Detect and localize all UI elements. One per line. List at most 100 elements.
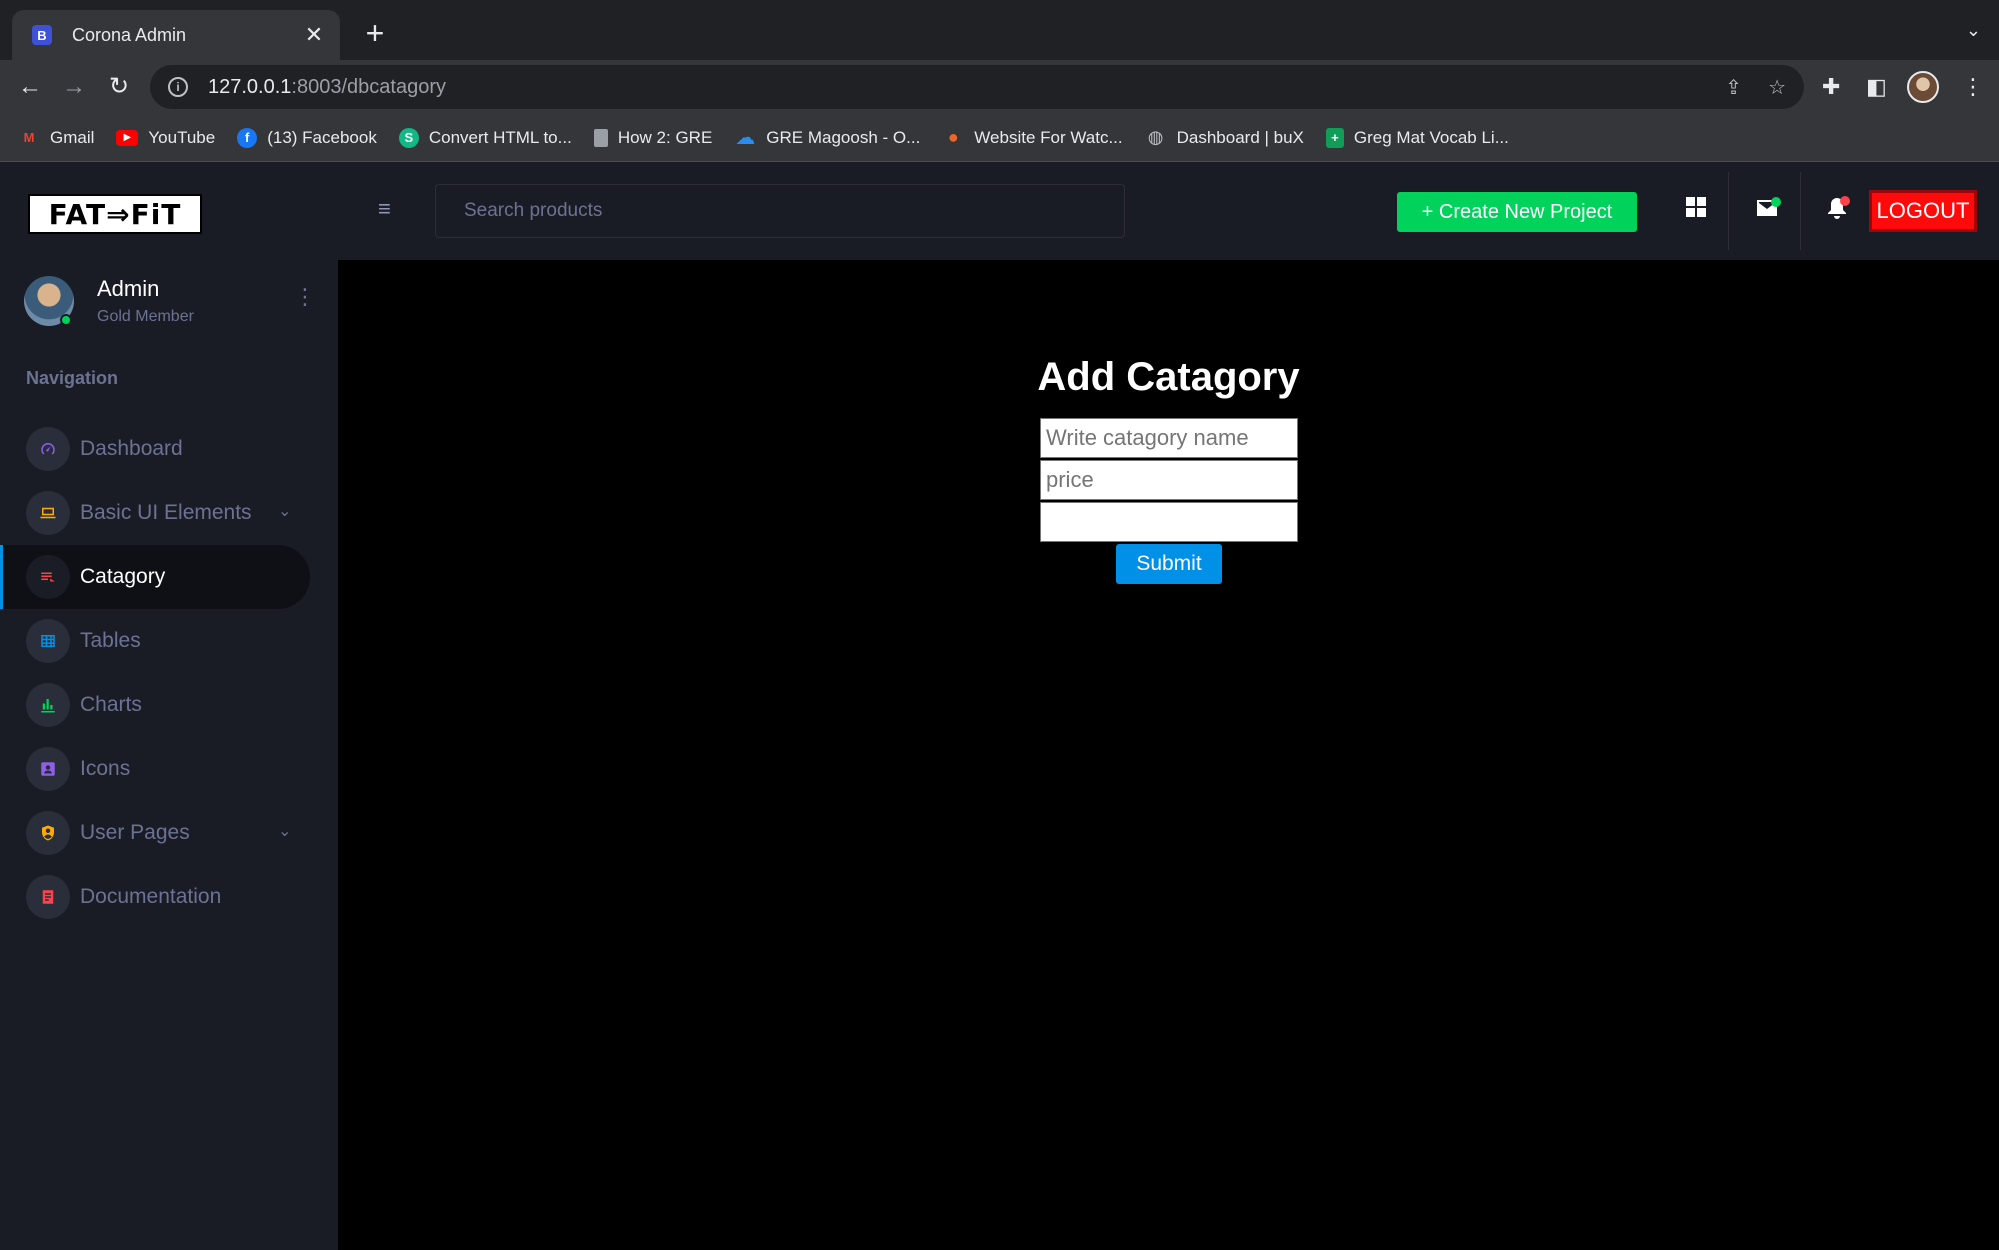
extra-input[interactable] [1040,502,1298,542]
address-url[interactable]: 127.0.0.1:8003/dbcatagory [208,76,1699,99]
sidebar-item-label: User Pages [80,821,190,844]
youtube-icon: ▶ [116,129,139,146]
new-tab-icon[interactable]: + [360,14,390,52]
brand-logo[interactable]: FAT⇒FiT [28,194,202,234]
figure-icon: ● [947,127,959,147]
create-new-project-button[interactable]: + Create New Project [1397,192,1637,232]
browser-tabstrip: B Corona Admin ✕ + ⌄ [0,0,1999,60]
catagory-name-input[interactable] [1040,418,1298,458]
sidebar-item-label: Dashboard [80,437,183,460]
menu-toggle-icon[interactable]: ≡ [378,196,391,222]
tab-title: Corona Admin [72,24,187,45]
bookmark-label: (13) Facebook [267,127,377,147]
sidebar-profile: Admin Gold Member ⋮ [24,274,316,334]
globe-icon: ◍ [1147,127,1164,147]
file-document-icon [26,875,70,919]
top-navbar: ≡ + Create New Project LOGOUT [338,162,1999,260]
tab-search-chevron-icon[interactable]: ⌄ [1966,20,1981,41]
sidebar-item-tables[interactable]: Tables [0,609,338,673]
bookmark-dashboard-bux[interactable]: ◍ Dashboard | buX [1145,127,1304,148]
chart-bar-icon [26,683,70,727]
page-title: Add Catagory [1037,355,1300,399]
facebook-icon: f [237,127,258,148]
logout-button[interactable]: LOGOUT [1869,190,1977,232]
back-arrow-icon[interactable]: ← [14,72,46,102]
main-content: Add Catagory Submit [338,260,1999,1250]
laptop-icon [26,491,70,535]
share-icon[interactable]: ⇪ [1725,75,1742,100]
bookmark-convert-html[interactable]: S Convert HTML to... [398,127,572,148]
bookmark-website-watch[interactable]: ● Website For Watc... [942,127,1123,148]
forward-arrow-icon[interactable]: → [58,72,90,102]
site-info-icon[interactable]: i [168,77,188,97]
bookmark-gre-magoosh[interactable]: ☁ GRE Magoosh - O... [734,127,921,149]
sidebar-item-label: Tables [80,629,141,652]
sidebar-item-label: Documentation [80,885,222,908]
tab-favicon-icon: B [32,25,52,45]
navbar-divider [1728,172,1729,250]
grid-apps-icon[interactable] [1685,196,1707,226]
address-bar[interactable]: i 127.0.0.1:8003/dbcatagory ⇪ ☆ [150,65,1804,109]
chevron-down-icon[interactable]: ⌄ [278,821,291,841]
bookmark-label: Website For Watc... [974,127,1123,147]
convert-icon: S [398,127,419,148]
sidebar-item-label: Catagory [80,565,166,588]
url-path: :8003/dbcatagory [291,75,446,98]
extensions-puzzle-icon[interactable]: ✚ [1822,72,1840,102]
sidebar-nav: Dashboard Basic UI Elements ⌄ Catagory T… [0,417,338,929]
brand-logo-text: FAT⇒FiT [48,197,182,231]
document-icon [593,128,608,147]
bookmark-label: Dashboard | buX [1176,127,1304,147]
bookmark-label: How 2: GRE [617,127,713,147]
table-icon [26,619,70,663]
sidebar: FAT⇒FiT Admin Gold Member ⋮ Navigation D… [0,162,338,1250]
browser-tab[interactable]: B Corona Admin ✕ [12,10,340,60]
bookmarks-bar: M Gmail ▶ YouTube f (13) Facebook S Conv… [0,114,1999,162]
playlist-icon [26,555,70,599]
bookmark-youtube[interactable]: ▶ YouTube [116,128,215,148]
browser-profile-avatar[interactable] [1907,71,1939,103]
bookmark-label: Convert HTML to... [428,127,572,147]
sidebar-item-basic-ui[interactable]: Basic UI Elements ⌄ [0,481,338,545]
sidebar-item-catagory[interactable]: Catagory [0,545,310,609]
speedometer-icon [26,427,70,471]
bookmark-label: Gmail [50,127,95,147]
bookmark-facebook[interactable]: f (13) Facebook [237,127,377,148]
url-host: 127.0.0.1 [208,75,292,98]
price-input[interactable] [1040,460,1298,500]
sidebar-item-label: Basic UI Elements [80,501,252,524]
sheets-icon: + [1325,127,1344,148]
bookmark-star-icon[interactable]: ☆ [1768,75,1786,100]
side-panel-icon[interactable]: ◧ [1866,72,1887,102]
mail-badge [1771,197,1781,207]
profile-role: Gold Member [97,308,194,325]
sidebar-item-icons[interactable]: Icons [0,737,338,801]
sidebar-item-dashboard[interactable]: Dashboard [0,417,338,481]
reload-icon[interactable]: ↻ [103,72,135,102]
browser-menu-icon[interactable]: ⋮ [1962,72,1984,102]
notification-badge [1840,196,1850,206]
bookmark-gmail[interactable]: M Gmail [18,127,95,148]
sidebar-item-label: Charts [80,693,142,716]
submit-button[interactable]: Submit [1116,544,1222,584]
navbar-divider [1800,172,1801,250]
profile-more-icon[interactable]: ⋮ [294,284,316,310]
online-status-dot [60,314,72,326]
bookmark-greg-mat[interactable]: + Greg Mat Vocab Li... [1325,127,1509,148]
contacts-icon [26,747,70,791]
browser-toolbar: ← → ↻ i 127.0.0.1:8003/dbcatagory ⇪ ☆ ✚ … [0,60,1999,114]
sidebar-item-documentation[interactable]: Documentation [0,865,338,929]
tab-close-icon[interactable]: ✕ [302,22,326,48]
gmail-icon: M [23,130,35,145]
chevron-down-icon[interactable]: ⌄ [278,501,291,521]
bookmark-how2-gre[interactable]: How 2: GRE [593,127,713,148]
profile-name: Admin [97,276,160,301]
bookmark-label: GRE Magoosh - O... [766,127,921,147]
sidebar-item-label: Icons [80,757,131,780]
bookmark-label: Greg Mat Vocab Li... [1353,127,1509,147]
sidebar-item-charts[interactable]: Charts [0,673,338,737]
bookmark-label: YouTube [148,127,216,147]
sidebar-item-user-pages[interactable]: User Pages ⌄ [0,801,338,865]
search-input[interactable] [435,184,1125,238]
security-icon [26,811,70,855]
